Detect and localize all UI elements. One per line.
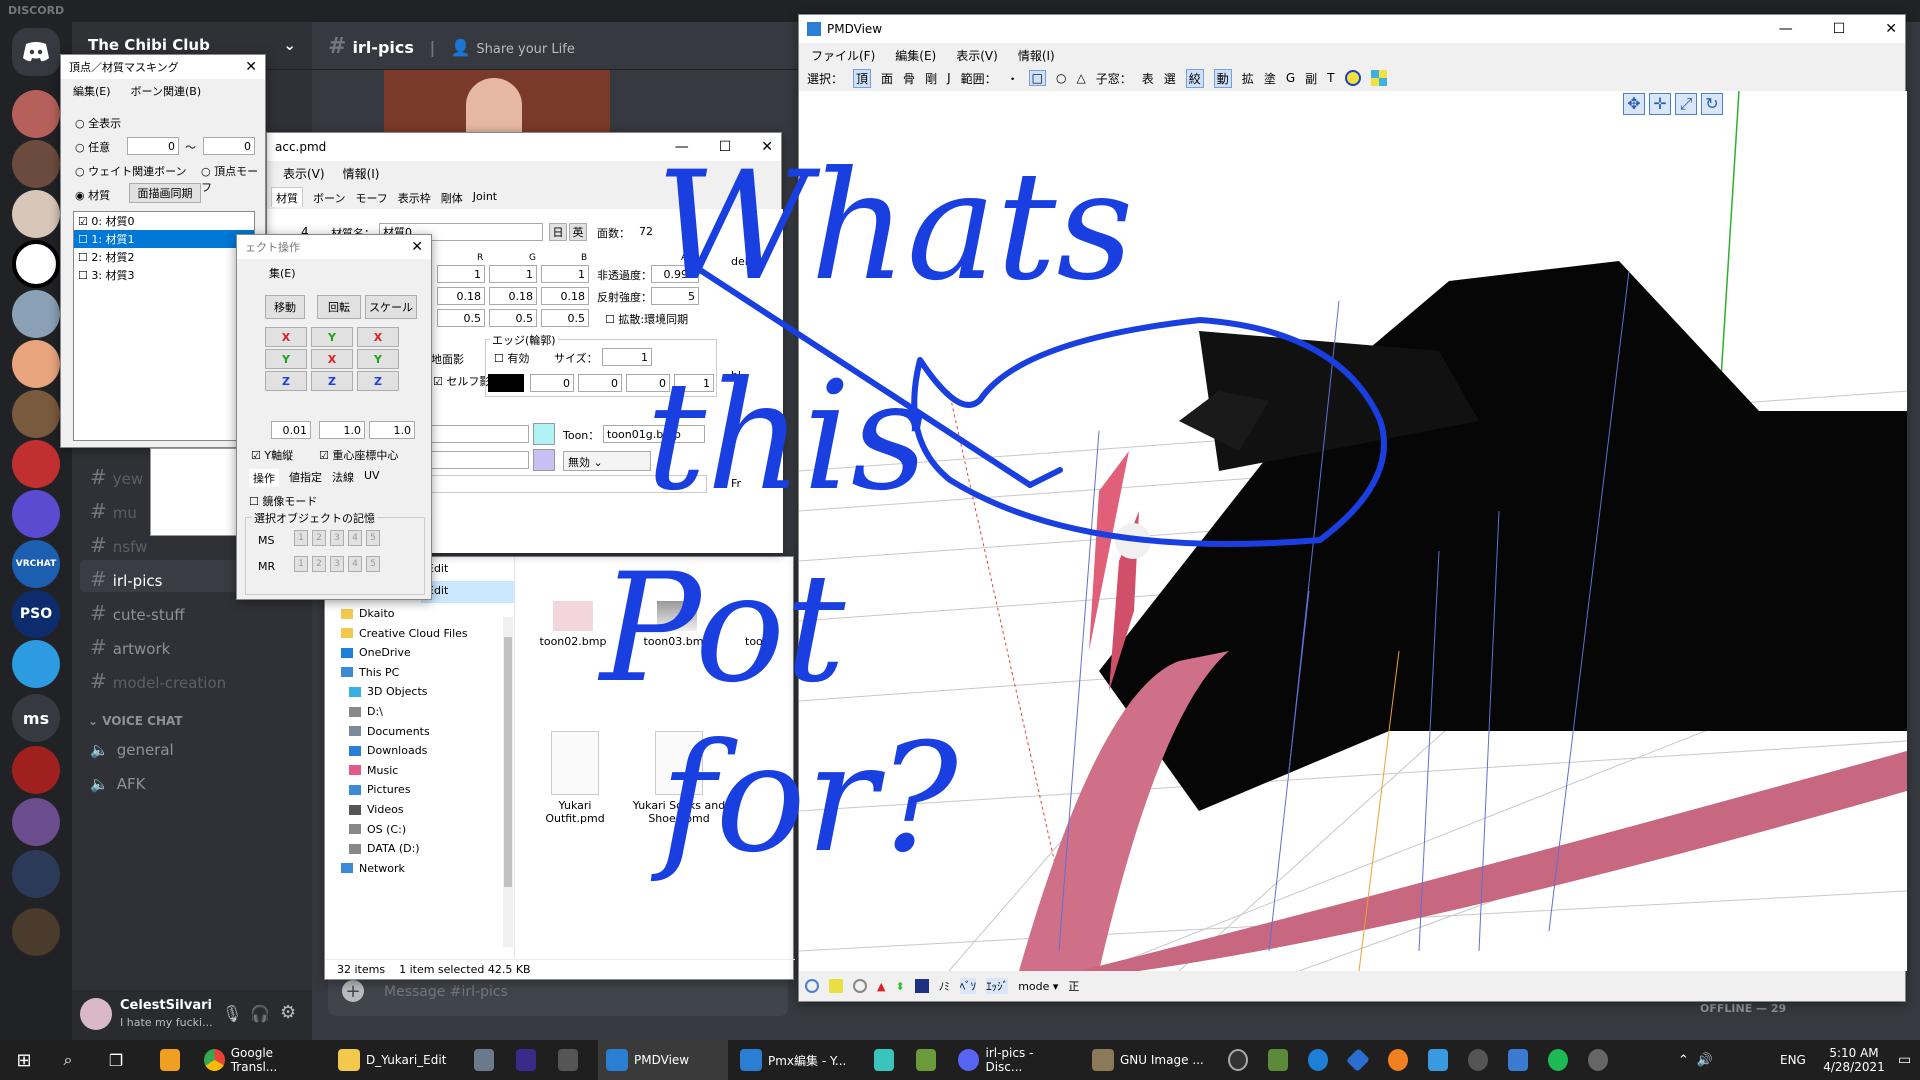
spotify-icon[interactable] — [1540, 1040, 1576, 1080]
annotation-word: for? — [650, 712, 960, 886]
search-icon[interactable]: ⌕ — [48, 1040, 88, 1080]
taskbar-app-gimp[interactable]: GNU Image ... — [1084, 1040, 1214, 1080]
pmx-icon — [740, 1049, 762, 1071]
app-icon[interactable] — [550, 1040, 586, 1080]
app-icon[interactable] — [866, 1040, 902, 1080]
app-icon[interactable] — [1300, 1040, 1336, 1080]
notification-icon[interactable]: ▭ — [1890, 1040, 1920, 1080]
task-view-icon[interactable]: ❐ — [96, 1040, 136, 1080]
language-indicator[interactable]: ENG — [1772, 1040, 1812, 1080]
discord-icon — [958, 1049, 980, 1071]
system-tray[interactable]: ⌃ 🔊 — [1670, 1040, 1770, 1080]
app-icon[interactable] — [152, 1040, 188, 1080]
blender-icon[interactable] — [1380, 1040, 1416, 1080]
taskbar-app-explorer[interactable]: D_Yukari_Edit — [330, 1040, 460, 1080]
app-icon[interactable] — [1420, 1040, 1456, 1080]
taskbar-app-discord[interactable]: irl-pics - Disc... — [950, 1040, 1080, 1080]
app-icon[interactable] — [908, 1040, 944, 1080]
annotation-word: Pot — [597, 542, 846, 716]
chrome-icon — [204, 1049, 225, 1071]
volume-icon: 🔊 — [1696, 1052, 1714, 1068]
taskbar-app-chrome[interactable]: Google Transl... — [196, 1040, 326, 1080]
app-icon[interactable] — [1340, 1040, 1376, 1080]
app-icon[interactable] — [466, 1040, 502, 1080]
taskbar-app-pmx[interactable]: Pmx編集 - Y... — [732, 1040, 862, 1080]
app-icon[interactable] — [1580, 1040, 1616, 1080]
taskbar-app-pmdview[interactable]: PMDView — [598, 1040, 728, 1080]
pmdview-icon — [606, 1049, 628, 1071]
clock[interactable]: 5:10 AM 4/28/2021 — [1812, 1040, 1896, 1080]
app-icon[interactable] — [1260, 1040, 1296, 1080]
chevron-up-icon: ⌃ — [1678, 1052, 1689, 1068]
app-icon[interactable] — [1460, 1040, 1496, 1080]
annotation-word: Whats — [656, 140, 1133, 314]
annotation-word: this — [646, 350, 928, 524]
taskbar: ⊞ ⌕ ❐ Google Transl... D_Yukari_Edit PMD… — [0, 1040, 1920, 1080]
app-icon[interactable] — [508, 1040, 544, 1080]
app-icon[interactable] — [1500, 1040, 1536, 1080]
gimp-icon — [1092, 1049, 1114, 1071]
folder-icon — [338, 1049, 360, 1071]
handwritten-annotation: Whats this Pot for? — [597, 140, 1387, 886]
app-icon[interactable] — [1220, 1040, 1256, 1080]
windows-start-icon[interactable]: ⊞ — [4, 1040, 44, 1080]
